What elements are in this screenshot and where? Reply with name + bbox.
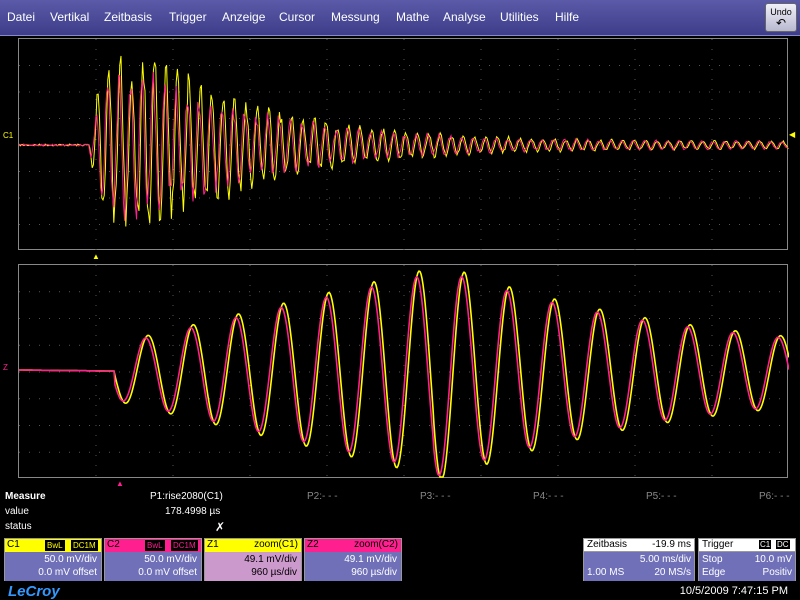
z1-trace — [19, 270, 789, 478]
main-waveform-plot — [19, 39, 789, 251]
trigger-descriptor[interactable]: Trigger C1 DC Stop 10.0 mV Edge Positiv — [698, 538, 796, 581]
trigger-position-marker-top: ▲ — [92, 252, 100, 261]
c2-coupling-tag: DC1M — [171, 540, 198, 551]
menu-hilfe[interactable]: Hilfe — [555, 10, 579, 24]
zoom-waveform-plot — [19, 265, 789, 479]
z1-name: Z1 — [207, 539, 219, 550]
timebase-rate: 20 MS/s — [654, 567, 691, 578]
z1-descriptor[interactable]: Z1 zoom(C1) 49.1 mV/div 960 µs/div — [204, 538, 302, 581]
trigger-level: 10.0 mV — [754, 554, 792, 565]
measure-p4[interactable]: P4:- - - — [533, 491, 564, 502]
status-ok-icon: ✗ — [215, 520, 226, 534]
measure-p3[interactable]: P3:- - - — [420, 491, 451, 502]
zoom-marker-label: Z — [3, 363, 8, 372]
timebase-samples: 1.00 MS — [587, 567, 625, 578]
measure-p6[interactable]: P6:- - - — [759, 491, 790, 502]
measure-panel: Measure value status P1:rise2080(C1) 178… — [0, 488, 800, 536]
z2-name: Z2 — [307, 539, 319, 550]
menu-zeitbasis[interactable]: Zeitbasis — [104, 10, 152, 24]
menu-mathe[interactable]: Mathe — [396, 10, 429, 24]
z1-tdiv: 960 µs/div — [251, 567, 297, 578]
zoom-waveform-grid[interactable] — [18, 264, 789, 479]
trigger-level-marker: ◀ — [789, 130, 796, 139]
menu-utilities[interactable]: Utilities — [500, 10, 539, 24]
c2-name: C2 — [107, 539, 120, 550]
c1-vdiv: 50.0 mV/div — [44, 554, 97, 565]
menu-analyse[interactable]: Analyse — [443, 10, 486, 24]
z2-descriptor[interactable]: Z2 zoom(C2) 49.1 mV/div 960 µs/div — [304, 538, 402, 581]
z2-tdiv: 960 µs/div — [351, 567, 397, 578]
measure-p2[interactable]: P2:- - - — [307, 491, 338, 502]
c1-bwl-tag: BwL — [45, 540, 65, 551]
c1-level-marker[interactable]: C1 — [3, 131, 13, 140]
measure-row-value: value — [5, 506, 29, 517]
trigger-type: Edge — [702, 567, 726, 578]
menu-cursor[interactable]: Cursor — [279, 10, 315, 24]
c2-vdiv: 50.0 mV/div — [144, 554, 197, 565]
trigger-label: Trigger — [702, 539, 734, 550]
trigger-mode: Stop — [702, 554, 723, 565]
c1-trace — [19, 55, 789, 227]
menu-messung[interactable]: Messung — [331, 10, 380, 24]
timebase-label: Zeitbasis — [587, 539, 628, 550]
c2-bwl-tag: BwL — [145, 540, 165, 551]
trigger-slope: Positiv — [762, 567, 792, 578]
measure-row-status: status — [5, 521, 32, 532]
trigger-coupling-tag: DC — [776, 540, 790, 549]
timebase-descriptor[interactable]: Zeitbasis -19.9 ms 5.00 ms/div 1.00 MS 2… — [583, 538, 695, 581]
timebase-tdiv: 5.00 ms/div — [639, 554, 691, 565]
c1-offset: 0.0 mV offset — [38, 567, 97, 578]
lecroy-logo: LeCroy — [8, 583, 60, 600]
menu-anzeige[interactable]: Anzeige — [222, 10, 265, 24]
z2-vdiv: 49.1 mV/div — [344, 554, 397, 565]
c1-name: C1 — [7, 539, 20, 550]
menu-datei[interactable]: Datei — [7, 10, 35, 24]
zoom-level-marker[interactable]: Z — [3, 363, 8, 372]
measure-p5[interactable]: P5:- - - — [646, 491, 677, 502]
z1-vdiv: 49.1 mV/div — [244, 554, 297, 565]
measure-title: Measure — [5, 491, 46, 502]
menu-trigger[interactable]: Trigger — [169, 10, 207, 24]
undo-arrow-icon: ↶ — [775, 16, 787, 30]
trigger-source-tag: C1 — [759, 540, 772, 549]
status-footer: LeCroy 10/5/2009 7:47:15 PM — [0, 582, 800, 600]
c1-marker-label: C1 — [3, 131, 14, 140]
measure-p1-value: 178.4998 µs — [165, 506, 221, 517]
menu-bar: Datei Vertikal Zeitbasis Trigger Anzeige… — [0, 0, 800, 36]
timebase-delay: -19.9 ms — [652, 539, 691, 550]
measure-p1[interactable]: P1:rise2080(C1) — [150, 491, 223, 502]
trigger-position-marker-bottom: ▲ — [116, 479, 124, 488]
main-waveform-grid[interactable] — [18, 38, 789, 251]
z2-source: zoom(C2) — [354, 539, 398, 550]
datetime: 10/5/2009 7:47:15 PM — [679, 585, 788, 597]
c1-coupling-tag: DC1M — [71, 540, 98, 551]
c2-offset: 0.0 mV offset — [138, 567, 197, 578]
undo-button[interactable]: Undo ↶ — [765, 3, 797, 32]
c1-descriptor[interactable]: C1 BwL DC1M 50.0 mV/div 0.0 mV offset — [4, 538, 102, 581]
menu-vertikal[interactable]: Vertikal — [50, 10, 89, 24]
z1-source: zoom(C1) — [254, 539, 298, 550]
c2-descriptor[interactable]: C2 BwL DC1M 50.0 mV/div 0.0 mV offset — [104, 538, 202, 581]
